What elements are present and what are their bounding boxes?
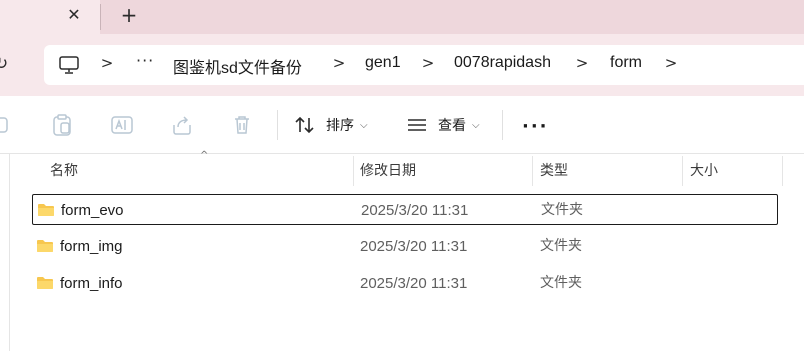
toolbar-divider bbox=[502, 110, 503, 140]
chevron-right-icon[interactable]: > bbox=[575, 54, 589, 72]
breadcrumb-item[interactable]: form bbox=[610, 54, 642, 72]
folder-icon bbox=[38, 204, 54, 216]
file-date: 2025/3/20 11:31 bbox=[360, 238, 468, 255]
close-tab-icon[interactable]: ✕ bbox=[64, 5, 84, 25]
chevron-down-icon: ⌵ bbox=[472, 119, 480, 131]
copy-icon[interactable] bbox=[0, 113, 14, 137]
folder-icon bbox=[37, 240, 53, 252]
column-divider[interactable] bbox=[782, 156, 783, 186]
address-bar[interactable]: > ··· 图鉴机sd文件备份 > gen1 > 0078rapidash > … bbox=[44, 45, 804, 85]
file-row[interactable]: form_img 2025/3/20 11:31 文件夹 bbox=[32, 231, 778, 262]
file-name: form_evo bbox=[61, 202, 124, 219]
toolbar-divider bbox=[277, 110, 278, 140]
view-button[interactable]: 查看 ⌵ bbox=[406, 110, 480, 140]
address-row: ↻ > ··· 图鉴机sd文件备份 > gen1 > 0078rapidash … bbox=[0, 34, 804, 96]
active-tab[interactable]: ✕ bbox=[0, 0, 100, 34]
navigation-pane-edge bbox=[0, 154, 10, 351]
sort-label: 排序 bbox=[326, 118, 354, 134]
more-options-icon[interactable]: ··· bbox=[522, 116, 549, 137]
breadcrumb-item[interactable]: 图鉴机sd文件备份 bbox=[173, 54, 302, 78]
new-tab-icon[interactable]: + bbox=[118, 5, 140, 27]
column-header-date[interactable]: 修改日期 bbox=[360, 154, 416, 188]
file-row[interactable]: form_info 2025/3/20 11:31 文件夹 bbox=[32, 268, 778, 299]
column-header-type[interactable]: 类型 bbox=[540, 154, 568, 188]
column-divider[interactable] bbox=[682, 156, 683, 186]
file-type: 文件夹 bbox=[540, 238, 582, 254]
delete-icon[interactable] bbox=[230, 113, 254, 137]
tab-separator bbox=[100, 4, 101, 30]
breadcrumb-item[interactable]: gen1 bbox=[365, 54, 401, 72]
view-label: 查看 bbox=[438, 118, 466, 134]
column-header-size[interactable]: 大小 bbox=[690, 154, 718, 188]
chevron-right-icon[interactable]: > bbox=[332, 54, 346, 72]
chevron-right-icon[interactable]: > bbox=[100, 54, 114, 72]
sort-ascending-icon: ^ bbox=[200, 150, 209, 161]
sort-button[interactable]: 排序 ⌵ bbox=[294, 110, 368, 140]
folder-icon bbox=[37, 277, 53, 289]
view-icon bbox=[408, 119, 426, 131]
chevron-right-icon[interactable]: > bbox=[421, 54, 435, 72]
file-type: 文件夹 bbox=[541, 202, 583, 218]
breadcrumb-item[interactable]: 0078rapidash bbox=[454, 54, 551, 72]
file-name: form_info bbox=[60, 275, 123, 292]
rename-icon[interactable] bbox=[110, 113, 134, 137]
chevron-right-icon[interactable]: > bbox=[664, 54, 678, 72]
file-name: form_img bbox=[60, 238, 123, 255]
file-date: 2025/3/20 11:31 bbox=[361, 202, 469, 219]
refresh-icon[interactable]: ↻ bbox=[0, 54, 14, 74]
column-header-row: ^ 名称 修改日期 类型 大小 bbox=[10, 150, 804, 188]
file-type: 文件夹 bbox=[540, 275, 582, 291]
file-row[interactable]: form_evo 2025/3/20 11:31 文件夹 bbox=[32, 194, 778, 225]
monitor-icon[interactable] bbox=[58, 55, 80, 75]
file-date: 2025/3/20 11:31 bbox=[360, 275, 468, 292]
tab-strip: ✕ + bbox=[0, 0, 804, 34]
share-icon[interactable] bbox=[170, 113, 194, 137]
column-header-name[interactable]: 名称 bbox=[50, 154, 78, 188]
more-crumbs-icon[interactable]: ··· bbox=[136, 51, 154, 70]
command-bar: 排序 ⌵ 查看 ⌵ ··· bbox=[0, 96, 804, 154]
column-divider[interactable] bbox=[532, 156, 533, 186]
column-divider[interactable] bbox=[353, 156, 354, 186]
paste-icon[interactable] bbox=[50, 113, 74, 137]
sort-icon bbox=[295, 116, 314, 134]
chevron-down-icon: ⌵ bbox=[360, 119, 368, 131]
